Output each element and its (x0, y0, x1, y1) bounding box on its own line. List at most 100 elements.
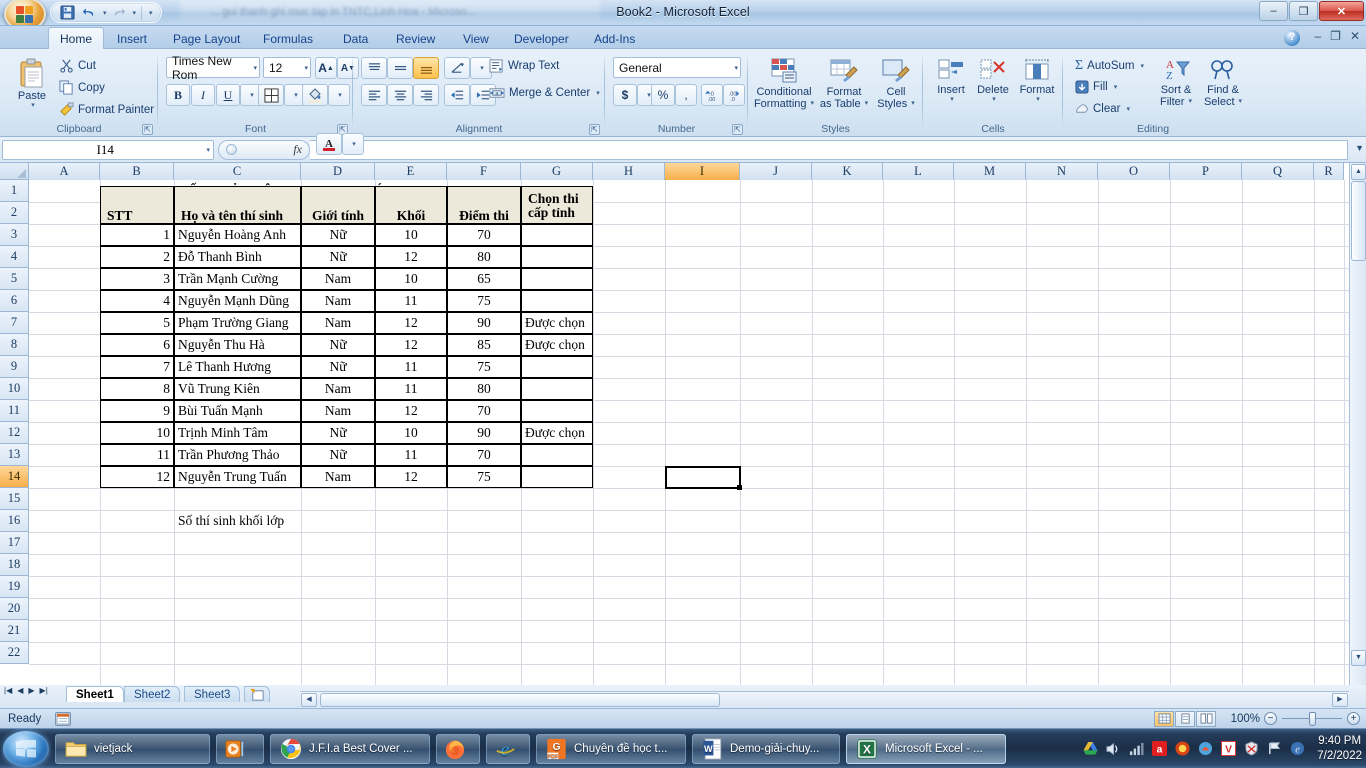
column-header-B[interactable]: B (100, 163, 174, 180)
borders-button[interactable] (258, 84, 284, 106)
cell-F12[interactable]: 90 (447, 422, 521, 444)
cell-header-C2[interactable]: Họ và tên thí sinh (174, 186, 301, 224)
zoom-slider[interactable]: − + (1264, 711, 1360, 727)
autosum-button[interactable]: Σ AutoSum ▾ (1071, 57, 1148, 75)
customize-qat-icon[interactable]: ▾ (149, 9, 153, 17)
row-header-1[interactable]: 1 (0, 180, 28, 202)
tab-data[interactable]: Data (332, 28, 379, 49)
office-button[interactable] (4, 0, 46, 25)
font-name-input[interactable]: Times New Rom ▾ (166, 54, 260, 82)
name-box-dropdown-icon[interactable]: ▾ (206, 146, 210, 154)
cell-F4[interactable]: 80 (447, 246, 521, 268)
vertical-scrollbar[interactable]: ▲ ▼ (1349, 163, 1366, 685)
formula-input[interactable] (310, 139, 1348, 160)
cell-F11[interactable]: 70 (447, 400, 521, 422)
percent-button[interactable]: % (651, 84, 675, 106)
taskbar-item-vietjack[interactable]: vietjack (55, 733, 210, 764)
expand-formula-bar-icon[interactable]: ▼ (1355, 143, 1364, 153)
unikey-icon[interactable] (1174, 741, 1190, 757)
cell-E14[interactable]: 12 (375, 466, 447, 488)
tab-add-ins[interactable]: Add-Ins (583, 28, 646, 49)
google-drive-icon[interactable] (1082, 741, 1098, 757)
scroll-right-icon[interactable]: ▶ (1332, 693, 1348, 707)
insert-dropdown-icon[interactable]: ▾ (950, 96, 954, 104)
column-header-G[interactable]: G (521, 163, 593, 180)
help-icon[interactable]: ? (1284, 30, 1300, 46)
last-sheet-icon[interactable]: ▶| (40, 686, 48, 695)
insert-function-button[interactable]: fx (218, 139, 310, 160)
cell-header-E2[interactable]: Khối (375, 186, 447, 224)
cell-E10[interactable]: 11 (375, 378, 447, 400)
row-header-2[interactable]: 2 (0, 202, 28, 224)
flag-icon[interactable] (1266, 741, 1282, 757)
column-header-N[interactable]: N (1026, 163, 1098, 180)
cell-G4[interactable] (521, 246, 593, 268)
insert-worksheet-button[interactable] (244, 686, 270, 702)
zoom-out-button[interactable]: − (1264, 712, 1277, 725)
cell-C8[interactable]: Nguyễn Thu Hà (174, 334, 301, 356)
cell-footer-C16[interactable]: Số thí sinh khối lớp (175, 510, 362, 532)
find-select-dropdown-icon[interactable]: ▾ (1239, 98, 1243, 106)
cell-C7[interactable]: Phạm Trường Giang (174, 312, 301, 334)
v-icon[interactable]: V (1220, 741, 1236, 757)
cell-F13[interactable]: 70 (447, 444, 521, 466)
taskbar-item-media-player[interactable] (216, 733, 264, 764)
cell-G5[interactable] (521, 268, 593, 290)
sort-filter-dropdown-icon[interactable]: ▾ (1188, 98, 1192, 106)
tab-home[interactable]: Home (48, 27, 105, 49)
network-icon[interactable] (1128, 741, 1144, 757)
taskbar-item-internet-explorer[interactable]: e (486, 733, 530, 764)
select-all-corner[interactable] (0, 163, 29, 180)
tab-page-layout[interactable]: Page Layout (162, 28, 251, 49)
format-as-table-dropdown-icon[interactable]: ▾ (865, 100, 869, 108)
cell-F8[interactable]: 85 (447, 334, 521, 356)
horizontal-scrollbar[interactable]: ◀ ▶ (300, 691, 1349, 708)
cell-header-G2[interactable]: Chọn thi cấp tỉnh (521, 186, 593, 224)
cell-F6[interactable]: 75 (447, 290, 521, 312)
cell-header-B2[interactable]: STT (100, 186, 174, 224)
cell-G3[interactable] (521, 224, 593, 246)
cell-header-D2[interactable]: Giới tính (301, 186, 375, 224)
cell-C11[interactable]: Bùi Tuấn Mạnh (174, 400, 301, 422)
first-sheet-icon[interactable]: |◀ (4, 686, 12, 695)
save-icon[interactable] (57, 4, 77, 22)
undo-dropdown-icon[interactable]: ▾ (103, 9, 107, 17)
tab-insert[interactable]: Insert (106, 28, 158, 49)
normal-view-button[interactable] (1154, 710, 1174, 727)
cell-C5[interactable]: Trần Mạnh Cường (174, 268, 301, 290)
row-header-17[interactable]: 17 (0, 532, 28, 554)
cell-E12[interactable]: 10 (375, 422, 447, 444)
row-header-14[interactable]: 14 (0, 466, 28, 488)
close-button[interactable]: ✕ (1319, 1, 1364, 21)
cell-G14[interactable] (521, 466, 593, 488)
paste-dropdown-icon[interactable]: ▾ (31, 102, 35, 110)
cell-G12[interactable]: Được chọn (521, 422, 593, 444)
row-header-15[interactable]: 15 (0, 488, 28, 510)
cell-G6[interactable] (521, 290, 593, 312)
chevron-down-icon[interactable]: ▾ (253, 64, 257, 72)
column-header-Q[interactable]: Q (1242, 163, 1314, 180)
find-select-button[interactable]: Find & Select ▾ (1201, 55, 1245, 111)
tab-developer[interactable]: Developer (503, 28, 580, 49)
column-header-I[interactable]: I (665, 163, 740, 180)
row-header-22[interactable]: 22 (0, 642, 28, 664)
sort-filter-button[interactable]: AZ Sort & Filter ▾ (1153, 55, 1199, 111)
cell-G7[interactable]: Được chọn (521, 312, 593, 334)
sheet-tab-sheet3[interactable]: Sheet3 (184, 686, 241, 702)
row-header-16[interactable]: 16 (0, 510, 28, 532)
row-header-5[interactable]: 5 (0, 268, 28, 290)
column-header-C[interactable]: C (174, 163, 301, 180)
merge-center-dropdown-icon[interactable]: ▾ (596, 89, 600, 97)
fill-button[interactable]: Fill ▾ (1071, 79, 1121, 95)
volume-icon[interactable] (1105, 741, 1121, 757)
status-macro-icon[interactable] (55, 711, 72, 726)
wrap-text-button[interactable]: Wrap Text (485, 58, 563, 74)
cell-D3[interactable]: Nữ (301, 224, 375, 246)
cell-E13[interactable]: 11 (375, 444, 447, 466)
fill-dropdown-icon[interactable]: ▾ (1114, 83, 1118, 91)
paste-button[interactable]: Paste ▾ (8, 55, 56, 113)
cell-F3[interactable]: 70 (447, 224, 521, 246)
font-color-dropdown[interactable]: ▾ (342, 133, 364, 155)
row-header-6[interactable]: 6 (0, 290, 28, 312)
row-header-20[interactable]: 20 (0, 598, 28, 620)
